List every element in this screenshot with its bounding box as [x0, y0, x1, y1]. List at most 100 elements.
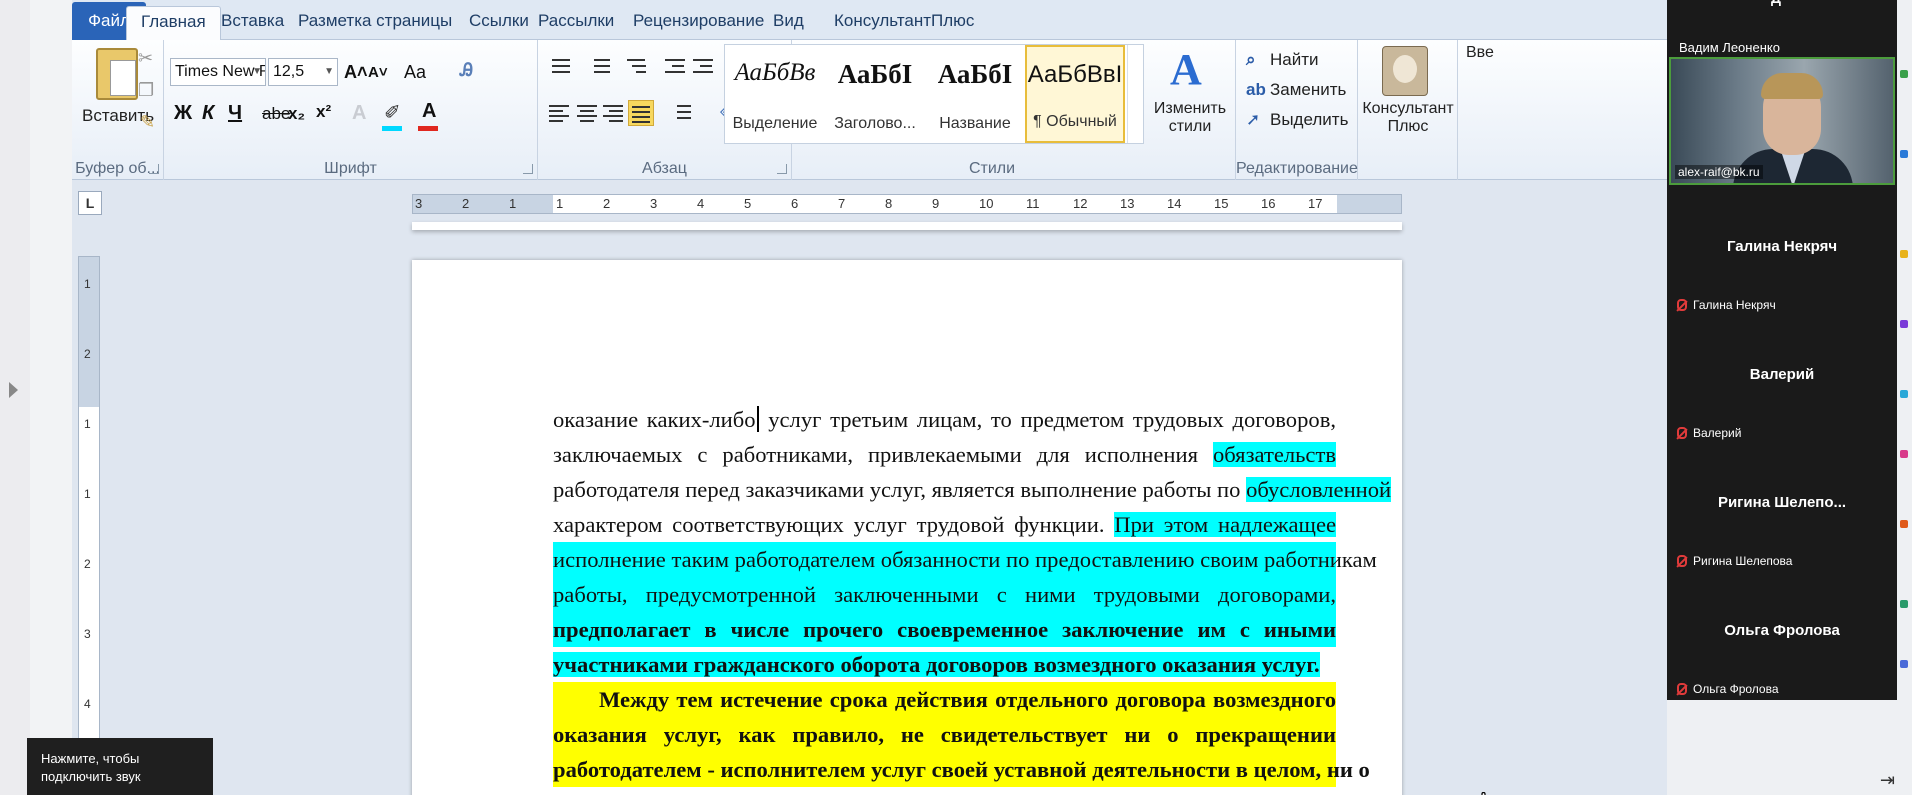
- app-icon[interactable]: [1900, 250, 1908, 258]
- style-emphasis[interactable]: АаБбВв Выделение: [725, 45, 825, 143]
- tab-mailings[interactable]: Рассылки: [524, 6, 628, 40]
- justify-icon[interactable]: [628, 100, 654, 126]
- change-styles-group: A Изменить стили: [1144, 40, 1236, 180]
- tab-selector[interactable]: L: [78, 191, 102, 215]
- ruler-number: 15: [1214, 196, 1229, 211]
- change-styles-button[interactable]: Изменить стили: [1148, 100, 1232, 136]
- app-icon[interactable]: [1900, 70, 1908, 78]
- dialog-launcher-icon[interactable]: [149, 164, 159, 174]
- app-icon[interactable]: [1900, 660, 1908, 668]
- numbering-icon[interactable]: [586, 54, 612, 80]
- app-icon[interactable]: [1900, 450, 1908, 458]
- line-spacing-icon[interactable]: [668, 100, 694, 126]
- replace-button[interactable]: ab Заменить: [1246, 80, 1346, 100]
- vertical-ruler[interactable]: 1 2 1 1 2 3 4: [78, 256, 100, 795]
- font-size-value: 12,5: [273, 63, 305, 80]
- shrink-font-button[interactable]: A˅: [368, 64, 388, 81]
- increase-indent-icon[interactable]: [690, 54, 716, 80]
- host-video-tile[interactable]: alex-raif@bk.ru: [1669, 57, 1895, 185]
- dialog-launcher-icon[interactable]: [523, 164, 533, 174]
- app-icon[interactable]: [1900, 150, 1908, 158]
- panel-bottom-area: [1667, 700, 1897, 795]
- tab-view[interactable]: Вид: [759, 6, 818, 40]
- style-preview: АаБбI: [837, 59, 913, 89]
- decrease-indent-icon[interactable]: [662, 54, 688, 80]
- text-run: заключаемых с работниками, привлекаемыми…: [553, 442, 1213, 467]
- clear-format-icon[interactable]: Ꭿ: [460, 60, 473, 81]
- align-center-icon[interactable]: [574, 100, 600, 126]
- highlight-color-bar: [382, 126, 402, 131]
- find-button[interactable]: ⌕ Найти: [1246, 50, 1319, 70]
- app-icon[interactable]: [1900, 600, 1908, 608]
- highlighter-icon[interactable]: ✐: [384, 100, 401, 125]
- font-name-combo[interactable]: Times New Rc▼: [170, 58, 266, 86]
- konsultant-icon[interactable]: [1382, 46, 1428, 96]
- tab-page-layout[interactable]: Разметка страницы: [284, 6, 466, 40]
- align-left-icon[interactable]: [546, 100, 572, 126]
- font-color-button[interactable]: A: [422, 100, 436, 123]
- app-icon[interactable]: [1900, 520, 1908, 528]
- participants-panel: Д Вадим Леоненко alex-raif@bk.ru Галина …: [1667, 0, 1897, 702]
- highlighted-text: участниками гражданского оборота договор…: [553, 652, 1320, 677]
- change-styles-icon[interactable]: A: [1170, 44, 1202, 95]
- underline-button[interactable]: Ч: [228, 102, 242, 125]
- ribbon-tabs: Файл Главная Вставка Разметка страницы С…: [72, 0, 1667, 40]
- participant-label: Галина Некряч: [1693, 298, 1776, 312]
- ruler-bar: L 3 2 1 1 2 3 4 5 6 7 8 9 10 11 12 13 14 15 16 17: [72, 181, 1667, 225]
- gallery-scroll[interactable]: [1127, 45, 1143, 143]
- style-normal[interactable]: АаБбВвI ¶ Обычный: [1025, 45, 1125, 143]
- participant-tile[interactable]: Ригина Шелепо... Ригина Шелепова: [1667, 446, 1897, 574]
- participant-tile[interactable]: Ольга Фролова Ольга Фролова: [1667, 574, 1897, 702]
- participant-small-name: Галина Некряч: [1677, 298, 1776, 312]
- ruler-number: 2: [462, 196, 470, 211]
- format-painter-icon[interactable]: ✎: [140, 112, 155, 133]
- participant-tile[interactable]: Валерий Валерий: [1667, 318, 1897, 446]
- styles-gallery: АаБбВв Выделение АаБбI Заголово... АаБбI…: [724, 44, 1144, 144]
- expand-arrow-icon[interactable]: [9, 382, 18, 398]
- participant-label: Ригина Шелепова: [1693, 554, 1793, 568]
- horizontal-ruler[interactable]: 3 2 1 1 2 3 4 5 6 7 8 9 10 11 12 13 14 15 16 17: [412, 194, 1402, 214]
- tab-review[interactable]: Рецензирование: [619, 6, 778, 40]
- dialog-launcher-icon[interactable]: [777, 164, 787, 174]
- text-line: оказание каких-либо услуг третьим лицам,…: [553, 402, 1336, 437]
- app-icon[interactable]: [1900, 390, 1908, 398]
- app-icon[interactable]: [1900, 320, 1908, 328]
- style-heading[interactable]: АаБбI Заголово...: [825, 45, 925, 143]
- bold-button[interactable]: Ж: [174, 102, 192, 125]
- ruler-number: 1: [84, 487, 91, 501]
- grow-font-button[interactable]: A˄: [344, 62, 368, 83]
- mic-muted-icon: [1677, 299, 1687, 311]
- text-line: характером соответствующих услуг трудово…: [553, 507, 1336, 542]
- select-label: Выделить: [1270, 110, 1349, 129]
- copy-icon[interactable]: ❐: [138, 80, 154, 101]
- exit-arrow-icon[interactable]: ⇥: [1880, 770, 1895, 791]
- document-page[interactable]: оказание каких-либо услуг третьим лицам,…: [412, 260, 1486, 795]
- font-group: Times New Rc▼ 12,5 ▼ A˄ A˅ Aa Ꭿ Ж К Ч abe…: [164, 40, 538, 180]
- strikethrough-button[interactable]: abe: [262, 104, 290, 124]
- select-button[interactable]: ➚ Выделить: [1246, 110, 1348, 130]
- cursor-icon: ➚: [1246, 110, 1261, 129]
- ruler-number: 1: [84, 417, 91, 431]
- cut-participant-name: Д: [1771, 0, 1781, 6]
- clipboard-icon[interactable]: [96, 48, 138, 100]
- style-title[interactable]: АаБбI Название: [925, 45, 1025, 143]
- tab-konsultantplus[interactable]: КонсультантПлюс: [820, 6, 988, 40]
- align-right-icon[interactable]: [600, 100, 626, 126]
- konsultant-button[interactable]: Консультант Плюс: [1358, 100, 1458, 136]
- multilevel-list-icon[interactable]: [624, 54, 650, 80]
- subscript-button[interactable]: x₂: [288, 104, 305, 124]
- superscript-button[interactable]: x²: [316, 102, 331, 122]
- italic-button[interactable]: К: [202, 102, 214, 125]
- change-case-button[interactable]: Aa: [404, 62, 426, 83]
- scissors-icon[interactable]: ✂: [138, 48, 153, 69]
- ruler-number: 6: [791, 196, 799, 211]
- highlighted-text: обязательств: [1212, 442, 1336, 467]
- text-effects-icon[interactable]: A: [352, 102, 366, 125]
- participant-tile[interactable]: Галина Некряч Галина Некряч: [1667, 190, 1897, 318]
- bullets-icon[interactable]: [546, 54, 572, 80]
- text-run: оказание каких-либо: [553, 407, 756, 432]
- style-preview: АаБбI: [937, 59, 1013, 89]
- font-size-combo[interactable]: 12,5 ▼: [268, 58, 338, 86]
- join-audio-tooltip[interactable]: Нажмите, чтобы подключить звук: [27, 738, 213, 795]
- document-body[interactable]: оказание каких-либо услуг третьим лицам,…: [553, 402, 1392, 787]
